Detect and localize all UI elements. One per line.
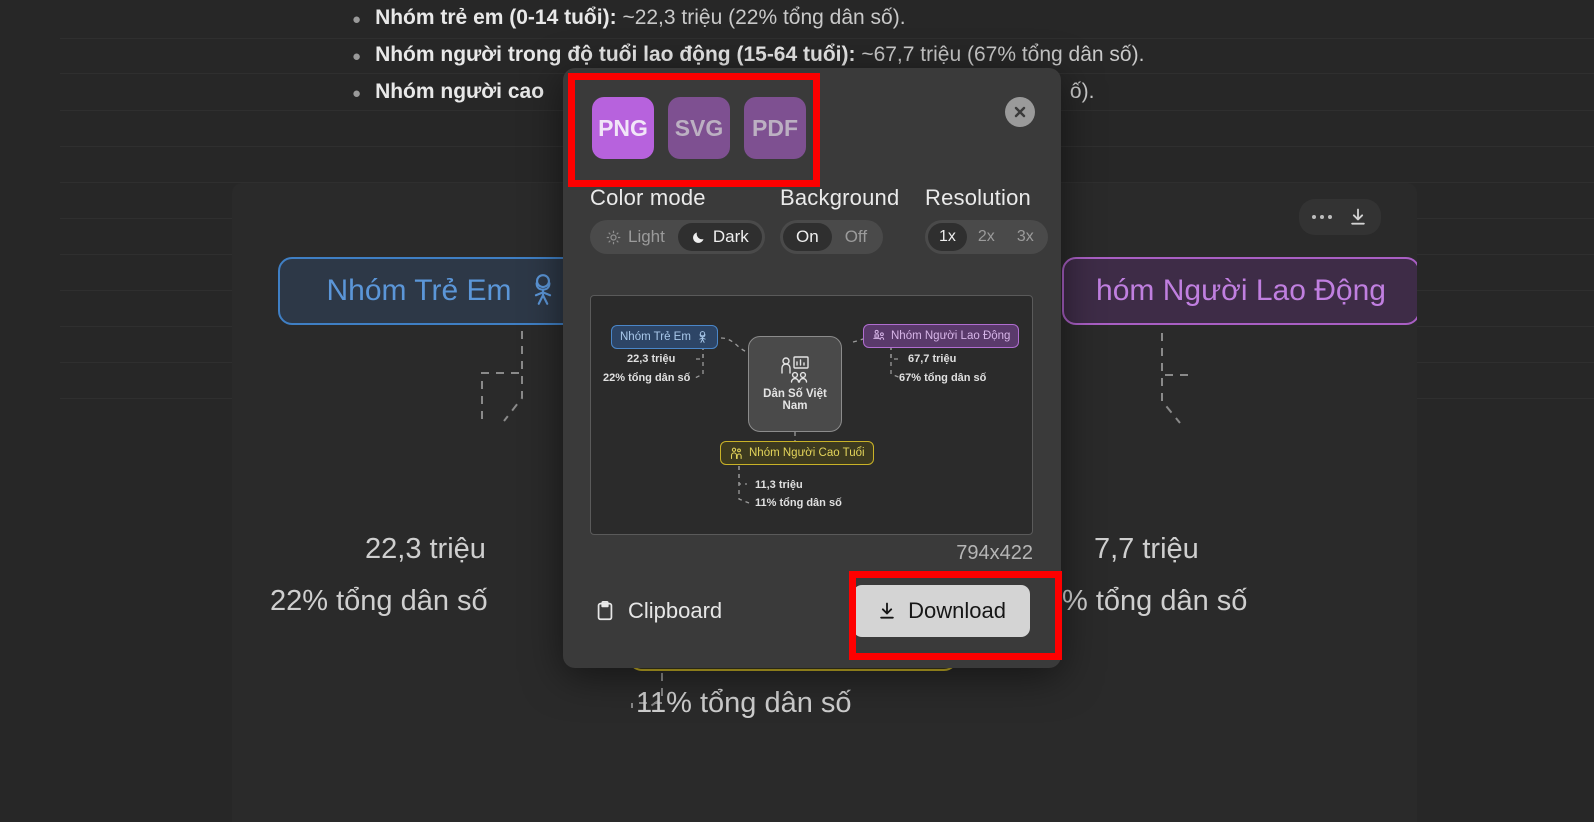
resolution-1x-option[interactable]: 1x bbox=[928, 223, 967, 251]
download-icon bbox=[1351, 208, 1365, 225]
child-icon bbox=[534, 274, 551, 305]
format-option-png[interactable]: PNG bbox=[592, 97, 654, 159]
export-size-label: 794x422 bbox=[956, 542, 1033, 564]
preview-metric-elderly-count: 11,3 triệu bbox=[755, 479, 803, 491]
bullet-rest: ~67,7 triệu (67% tổng dân số). bbox=[861, 43, 1145, 66]
clipboard-icon bbox=[597, 600, 613, 621]
color-mode-light-option[interactable]: Light bbox=[593, 223, 678, 251]
preview-node-children-label: Nhóm Trẻ Em bbox=[620, 331, 691, 343]
worker-icon bbox=[873, 329, 885, 340]
preview-metric-children-percent: 22% tổng dân số bbox=[603, 372, 691, 384]
metric-elderly-percent: 11% tổng dân số bbox=[636, 687, 852, 719]
dialog-footer: Clipboard Download bbox=[563, 564, 1061, 668]
bullet-marker: ● bbox=[352, 48, 362, 65]
format-option-pdf[interactable]: PDF bbox=[744, 97, 806, 159]
metric-workers-count: 7,7 triệu bbox=[1094, 533, 1199, 565]
preview-node-center: Dân Số Việt Nam bbox=[748, 336, 842, 432]
color-mode-dark-label: Dark bbox=[712, 227, 749, 246]
preview-metric-workers-count: 67,7 triệu bbox=[908, 353, 957, 365]
preview-node-workers: Nhóm Người Lao Động bbox=[863, 324, 1020, 348]
preview-center-label-line1: Dân Số Việt bbox=[763, 388, 827, 400]
preview-node-workers-label: Nhóm Người Lao Động bbox=[891, 330, 1011, 342]
format-selector[interactable]: PNG SVG PDF bbox=[563, 68, 1061, 159]
preview-metric-workers-percent: 67% tổng dân số bbox=[899, 372, 987, 384]
preview-node-children: Nhóm Trẻ Em bbox=[611, 325, 718, 349]
preview-center-label-line2: Nam bbox=[782, 400, 808, 412]
metric-workers-percent: % tổng dân số bbox=[1062, 585, 1248, 617]
background-on-option[interactable]: On bbox=[783, 223, 832, 251]
metric-children-percent: 22% tổng dân số bbox=[270, 585, 488, 617]
metric-children-count: 22,3 triệu bbox=[365, 533, 486, 565]
child-icon bbox=[699, 330, 706, 343]
moon-icon bbox=[692, 232, 704, 243]
resolution-3x-option[interactable]: 3x bbox=[1006, 223, 1045, 251]
preview-node-elderly: Nhóm Người Cao Tuổi bbox=[720, 441, 874, 465]
color-mode-light-label: Light bbox=[628, 227, 665, 246]
canvas-node-workers-label: hóm Người Lao Động bbox=[1096, 274, 1386, 307]
canvas-node-workers[interactable]: hóm Người Lao Động bbox=[1062, 257, 1417, 325]
background-segmented[interactable]: On Off bbox=[780, 220, 884, 254]
resolution-group: Resolution 1x 2x 3x bbox=[925, 185, 1055, 254]
bullet-strong: Nhóm người cao bbox=[375, 80, 545, 103]
bullet-marker: ● bbox=[352, 85, 362, 102]
preview-metric-elderly-percent: 11% tổng dân số bbox=[755, 497, 842, 509]
close-dialog-button[interactable] bbox=[1005, 97, 1035, 127]
format-option-svg[interactable]: SVG bbox=[668, 97, 730, 159]
app-root: ● Nhóm trẻ em (0-14 tuổi): ~22,3 triệu (… bbox=[0, 0, 1594, 822]
sun-icon bbox=[606, 230, 621, 244]
export-dialog: PNG SVG PDF Color mode Light Dark Backgr… bbox=[563, 68, 1061, 668]
canvas-node-children-label: Nhóm Trẻ Em bbox=[326, 274, 512, 307]
bullet-strong: Nhóm người trong độ tuổi lao động (15-64… bbox=[375, 43, 856, 66]
export-preview: Nhóm Trẻ Em Nhóm Người Lao Động Nhóm Ngư… bbox=[590, 295, 1033, 535]
color-mode-dark-option[interactable]: Dark bbox=[677, 223, 762, 251]
download-button[interactable]: Download bbox=[853, 585, 1030, 637]
copy-to-clipboard-button[interactable]: Clipboard bbox=[594, 598, 722, 624]
clipboard-label: Clipboard bbox=[628, 598, 723, 623]
bullet-strong: Nhóm trẻ em (0-14 tuổi): bbox=[375, 6, 617, 29]
color-mode-group: Color mode Light Dark bbox=[590, 185, 780, 254]
bullet-marker: ● bbox=[352, 11, 362, 28]
preview-node-elderly-label: Nhóm Người Cao Tuổi bbox=[749, 447, 865, 459]
more-horizontal-icon bbox=[1312, 215, 1332, 219]
canvas-toolbar[interactable] bbox=[1299, 199, 1381, 235]
bullet-item: ● Nhóm trẻ em (0-14 tuổi): ~22,3 triệu (… bbox=[352, 0, 1252, 37]
elderly-icon bbox=[730, 447, 742, 459]
resolution-title: Resolution bbox=[925, 185, 1031, 210]
resolution-segmented[interactable]: 1x 2x 3x bbox=[925, 220, 1048, 254]
download-label: Download bbox=[908, 598, 1006, 623]
resolution-2x-option[interactable]: 2x bbox=[967, 223, 1006, 251]
dialog-controls: Color mode Light Dark Background On Off … bbox=[563, 159, 1061, 254]
export-button[interactable] bbox=[1343, 204, 1373, 230]
background-title: Background bbox=[780, 185, 900, 210]
bullet-rest: ~22,3 triệu (22% tổng dân số). bbox=[622, 6, 906, 29]
download-icon bbox=[880, 602, 894, 619]
background-off-option[interactable]: Off bbox=[832, 223, 880, 251]
color-mode-title: Color mode bbox=[590, 185, 706, 210]
bullet-rest: ố). bbox=[1069, 80, 1095, 103]
color-mode-segmented[interactable]: Light Dark bbox=[590, 220, 765, 254]
close-icon bbox=[1014, 106, 1026, 118]
background-group: Background On Off bbox=[780, 185, 925, 254]
presentation-people-icon bbox=[781, 356, 809, 383]
preview-metric-children-count: 22,3 triệu bbox=[627, 353, 676, 365]
more-options-button[interactable] bbox=[1307, 204, 1337, 230]
canvas-node-children[interactable]: Nhóm Trẻ Em bbox=[278, 257, 608, 325]
